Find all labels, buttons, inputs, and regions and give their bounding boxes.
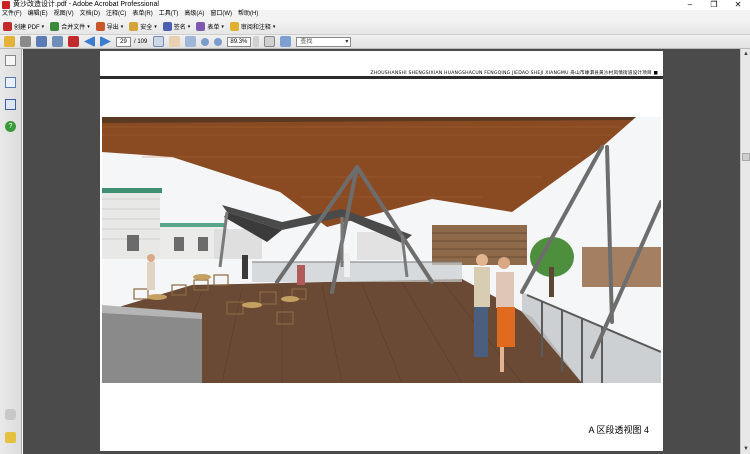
page-total: / 109 — [134, 38, 148, 45]
scroll-down-icon[interactable]: ▼ — [742, 445, 750, 453]
menu-view[interactable]: 视图(V) — [54, 10, 74, 19]
forms-icon — [196, 22, 206, 31]
minimize-button[interactable]: – — [678, 0, 702, 10]
pages-icon[interactable] — [5, 55, 16, 66]
combine-files-icon — [50, 22, 60, 31]
search-input[interactable]: 查找 — [296, 36, 352, 47]
review-comment-button[interactable]: 审阅和注释 ▾ — [229, 21, 276, 33]
menu-forms[interactable]: 表单(R) — [132, 10, 152, 19]
attachments-icon[interactable] — [5, 409, 16, 420]
pdf-page: ZHOUSHANSHI SHENGSIXIAN HUANGSHACUN FENG… — [100, 51, 663, 451]
comment-icon — [229, 22, 239, 31]
fit-width-icon[interactable] — [280, 36, 292, 47]
email-icon[interactable] — [52, 36, 63, 47]
chevron-down-icon: ▾ — [221, 23, 224, 30]
export-button[interactable]: 导出 ▾ — [95, 21, 124, 33]
architectural-rendering — [102, 117, 661, 383]
scrollbar-thumb[interactable] — [742, 153, 750, 161]
secure-button[interactable]: 安全 ▾ — [129, 21, 157, 33]
zoom-out-icon[interactable] — [201, 37, 210, 46]
zoom-tool-icon[interactable] — [185, 36, 197, 47]
chevron-down-icon: ▾ — [87, 23, 90, 30]
forms-button[interactable]: 表单 ▾ — [196, 21, 224, 33]
header-rule — [100, 76, 663, 79]
menu-file[interactable]: 文件(F) — [2, 10, 22, 19]
sign-button[interactable]: 签名 ▾ — [162, 21, 191, 33]
acrobat-app-icon — [2, 1, 10, 9]
help-icon[interactable]: ? — [5, 121, 16, 132]
menu-comments[interactable]: 注释(C) — [106, 10, 126, 19]
print-icon[interactable] — [20, 36, 31, 47]
close-button[interactable]: ✕ — [726, 0, 750, 10]
vertical-scrollbar[interactable]: ▲ ▼ — [740, 49, 750, 454]
task-toolbar: 创建 PDF ▾ 合并文件 ▾ 导出 ▾ 安全 ▾ 签名 ▾ 表单 ▾ 审阅和注… — [0, 19, 750, 35]
pen-icon — [162, 22, 172, 31]
previous-page-icon[interactable] — [84, 36, 95, 47]
zoom-in-icon[interactable] — [214, 37, 223, 46]
menu-document[interactable]: 文档(D) — [80, 10, 100, 19]
menu-bar: 文件(F) 编辑(E) 视图(V) 文档(D) 注释(C) 表单(R) 工具(T… — [0, 10, 750, 19]
menu-help[interactable]: 帮助(H) — [238, 10, 258, 19]
menu-tools[interactable]: 工具(T) — [159, 10, 179, 19]
menu-window[interactable]: 窗口(W) — [210, 10, 232, 19]
restore-button[interactable]: ❐ — [702, 0, 726, 10]
menu-edit[interactable]: 编辑(E) — [28, 10, 48, 19]
fit-page-icon[interactable] — [264, 36, 276, 47]
select-tool-icon[interactable] — [153, 36, 165, 47]
chevron-down-icon: ▾ — [41, 23, 45, 30]
figure-caption: A 区段透视图 4 — [588, 425, 649, 435]
next-page-icon[interactable] — [100, 36, 111, 47]
page-number-input[interactable]: 29 — [116, 36, 131, 47]
record-icon[interactable] — [68, 36, 79, 47]
bookmarks-icon[interactable] — [5, 77, 16, 88]
hand-tool-icon[interactable] — [169, 36, 181, 47]
menu-advanced[interactable]: 高级(A) — [184, 10, 204, 19]
chevron-down-icon: ▾ — [272, 23, 276, 30]
zoom-level-input[interactable]: 89.3% — [227, 36, 252, 47]
create-pdf-icon — [3, 22, 12, 31]
save-icon[interactable] — [36, 36, 47, 47]
chevron-down-icon: ▾ — [120, 23, 124, 30]
create-pdf-button[interactable]: 创建 PDF ▾ — [3, 21, 44, 33]
scroll-up-icon[interactable]: ▲ — [742, 50, 750, 58]
window-controls: – ❐ ✕ — [678, 0, 750, 10]
navigation-toolbar: 29 / 109 89.3% 查找 — [0, 35, 750, 49]
combine-files-button[interactable]: 合并文件 ▾ — [50, 21, 90, 33]
navigation-pane: ? — [0, 49, 22, 454]
document-viewer[interactable]: ZHOUSHANSHI SHENGSIXIAN HUANGSHACUN FENG… — [23, 49, 740, 454]
window-title: 黄沙改造设计.pdf - Adobe Acrobat Professional — [13, 1, 159, 8]
signatures-icon[interactable] — [5, 99, 16, 110]
chevron-down-icon: ▾ — [154, 23, 157, 30]
comments-icon[interactable] — [5, 432, 16, 443]
title-bar: 黄沙改造设计.pdf - Adobe Acrobat Professional … — [0, 0, 750, 10]
zoom-dropdown-icon[interactable] — [253, 36, 260, 47]
lock-icon — [129, 22, 139, 31]
open-folder-icon[interactable] — [4, 36, 15, 47]
export-icon — [95, 22, 105, 31]
chevron-down-icon: ▾ — [187, 23, 191, 30]
